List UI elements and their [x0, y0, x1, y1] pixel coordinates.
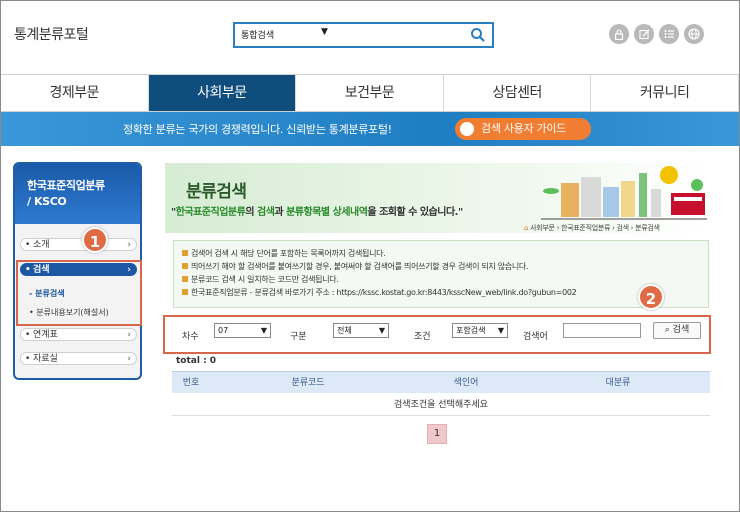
page-subtitle: "한국표준직업분류의 검색과 분류항목별 상세내역을 조회할 수 있습니다."	[171, 207, 463, 218]
breadcrumb: ⌂ 사회부문 › 한국표준직업분류 › 검색 › 분류검색	[524, 224, 660, 232]
search-scope-select[interactable]: 통합검색	[241, 28, 274, 41]
results-table-header: 번호 분류코드 색인어 대분류	[172, 371, 710, 393]
main-nav: 경제부문 사회부문 보건부문 상담센터 커뮤니티	[1, 74, 739, 112]
annotation-badge-2: 2	[638, 284, 664, 310]
page-title: 분류검색	[186, 182, 247, 202]
edition-select[interactable]: 07 ▼	[214, 323, 271, 338]
global-search-box[interactable]: 통합검색 ▼	[233, 22, 494, 48]
search-filter-bar: 차수 07 ▼ 구분 전체 ▼ 조건 포함검색 ▼ 검색어 ⌕ 검색	[172, 320, 706, 350]
annotation-badge-1: 1	[82, 227, 108, 253]
sidebar-title-line1: 한국표준직업분류	[27, 179, 105, 192]
results-empty-row: 검색조건을 선택해주세요	[172, 394, 710, 416]
banner-message: 정확한 분류는 국가의 경쟁력입니다. 신뢰받는 통계분류포털!	[123, 123, 392, 136]
type-label: 구분	[290, 332, 307, 342]
chevron-down-icon: ▼	[260, 326, 267, 335]
nav-tab-health[interactable]: 보건부문	[296, 75, 444, 111]
top-icon-bar	[609, 24, 704, 44]
info-line: 분류코드 검색 시 일치하는 코드만 검색됩니다.	[182, 273, 700, 286]
column-header-index-term: 색인어	[453, 378, 479, 388]
home-icon[interactable]: ⌂	[524, 224, 528, 232]
type-select[interactable]: 전체 ▼	[333, 323, 389, 338]
search-icon: ⌕	[664, 325, 670, 335]
sidebar-title-line2: / KSCO	[27, 195, 67, 208]
sidebar-item-archive[interactable]: 자료실 ›	[20, 352, 137, 366]
chevron-down-icon: ▼	[321, 27, 328, 37]
chevron-right-icon: ›	[127, 354, 131, 364]
keyword-input[interactable]	[563, 323, 641, 338]
chevron-down-icon: ▼	[497, 326, 504, 335]
lock-icon[interactable]	[609, 24, 629, 44]
globe-icon[interactable]	[684, 24, 704, 44]
sidebar-item-label: 자료실	[33, 354, 58, 364]
search-icon[interactable]	[470, 27, 486, 43]
guide-icon	[460, 122, 474, 136]
column-header-number: 번호	[182, 378, 200, 388]
search-button[interactable]: ⌕ 검색	[653, 322, 701, 339]
info-line[interactable]: 한국표준직업분류 - 분류검색 바로가기 주소 : https://kssc.k…	[182, 286, 700, 299]
chevron-right-icon: ›	[127, 330, 131, 340]
chevron-right-icon: ›	[127, 240, 131, 250]
list-icon[interactable]	[659, 24, 679, 44]
sidebar-item-link-table[interactable]: 연계표 ›	[20, 328, 137, 342]
pagination-page-1[interactable]: 1	[427, 424, 447, 444]
chevron-down-icon: ▼	[378, 326, 385, 335]
sidebar-item-label: 연계표	[33, 330, 58, 340]
search-guide-button[interactable]: 검색 사용자 가이드	[455, 118, 591, 140]
column-header-code: 분류코드	[291, 378, 325, 388]
nav-tab-community[interactable]: 커뮤니티	[591, 75, 739, 111]
sidebar-item-intro[interactable]: 소개 ›	[20, 238, 137, 252]
info-line: 검색어 검색 시 해당 단어를 포함하는 목록어까지 검색됩니다.	[182, 247, 700, 260]
site-logo[interactable]: 통계분류포털	[14, 24, 89, 44]
column-header-major-group: 대분류	[605, 378, 631, 388]
keyword-label: 검색어	[523, 332, 548, 342]
search-guide-label: 검색 사용자 가이드	[481, 122, 566, 135]
nav-tab-society[interactable]: 사회부문	[148, 75, 297, 111]
sidebar-item-label: 소개	[33, 240, 50, 250]
search-info-box: 검색어 검색 시 해당 단어를 포함하는 목록어까지 검색됩니다. 띄어쓰기 해…	[173, 240, 709, 308]
edit-icon[interactable]	[634, 24, 654, 44]
condition-select[interactable]: 포함검색 ▼	[452, 323, 508, 338]
highlight-box-sidebar	[16, 260, 142, 326]
sidebar-title: 한국표준직업분류 / KSCO	[15, 164, 140, 224]
nav-tab-consult[interactable]: 상담센터	[444, 75, 592, 111]
result-total: total : 0	[176, 356, 217, 366]
nav-tab-economy[interactable]: 경제부문	[1, 75, 149, 111]
info-line: 띄어쓰기 해야 할 검색어를 붙여쓰기할 경우, 붙여써야 할 검색어를 띄어쓰…	[182, 260, 700, 273]
condition-label: 조건	[414, 332, 431, 342]
edition-label: 차수	[182, 332, 199, 342]
promo-banner: 정확한 분류는 국가의 경쟁력입니다. 신뢰받는 통계분류포털! 검색 사용자 …	[1, 112, 739, 146]
